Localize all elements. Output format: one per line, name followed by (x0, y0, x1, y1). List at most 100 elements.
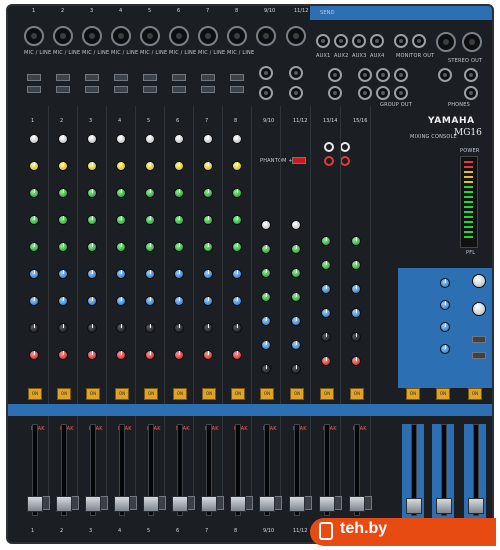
send-master-knob-1[interactable] (440, 278, 450, 288)
phones-jack[interactable] (464, 86, 478, 100)
insert-switch[interactable] (56, 74, 70, 81)
monitor-level-knob[interactable] (472, 274, 486, 288)
channel-fader-knob[interactable] (349, 496, 365, 512)
channel-knob[interactable] (261, 364, 271, 374)
stereo-out-r-xlr[interactable] (462, 32, 482, 52)
aux1-jack[interactable] (316, 34, 330, 48)
channel-knob[interactable] (291, 244, 301, 254)
group-out-4-jack[interactable] (394, 86, 408, 100)
channel-knob[interactable] (174, 296, 184, 306)
group-out-3-jack[interactable] (376, 86, 390, 100)
channel-on-button[interactable]: ON (320, 388, 334, 400)
channel-knob[interactable] (116, 215, 126, 225)
channel-fader-knob[interactable] (230, 496, 246, 512)
channel-knob[interactable] (203, 134, 213, 144)
insert-switch[interactable] (143, 74, 157, 81)
channel-on-button[interactable]: ON (202, 388, 216, 400)
channel-knob[interactable] (58, 242, 68, 252)
aux3-jack[interactable] (352, 34, 366, 48)
channel-knob[interactable] (321, 260, 331, 270)
channel-knob[interactable] (203, 215, 213, 225)
mic-line-xlr-input[interactable] (82, 26, 102, 46)
line-stereo-r-jack[interactable] (328, 86, 342, 100)
channel-knob[interactable] (145, 323, 155, 333)
mic-line-xlr-input[interactable] (53, 26, 73, 46)
channel-knob[interactable] (174, 350, 184, 360)
channel-knob[interactable] (291, 316, 301, 326)
mic-line-xlr-input[interactable] (198, 26, 218, 46)
channel-knob[interactable] (116, 350, 126, 360)
channel-knob[interactable] (232, 188, 242, 198)
channel-knob[interactable] (29, 134, 39, 144)
channel-knob[interactable] (87, 242, 97, 252)
channel-knob[interactable] (291, 220, 301, 230)
channel-knob[interactable] (29, 161, 39, 171)
channel-knob[interactable] (58, 188, 68, 198)
channel-knob[interactable] (87, 323, 97, 333)
monitor-out-l-jack[interactable] (394, 34, 408, 48)
rca-r2-red[interactable] (340, 156, 350, 166)
line-switch[interactable] (201, 86, 215, 93)
group-out-1-jack[interactable] (376, 68, 390, 82)
line-r-jack[interactable] (259, 86, 273, 100)
channel-knob[interactable] (232, 215, 242, 225)
channel-knob[interactable] (174, 188, 184, 198)
channel-on-button[interactable]: ON (260, 388, 274, 400)
channel-knob[interactable] (58, 161, 68, 171)
channel-on-button[interactable]: ON (57, 388, 71, 400)
line-switch[interactable] (230, 86, 244, 93)
channel-knob[interactable] (232, 296, 242, 306)
channel-knob[interactable] (58, 215, 68, 225)
channel-fader-knob[interactable] (289, 496, 305, 512)
channel-knob[interactable] (203, 296, 213, 306)
channel-knob[interactable] (232, 134, 242, 144)
channel-knob[interactable] (321, 284, 331, 294)
insert-switch[interactable] (85, 74, 99, 81)
channel-fader-knob[interactable] (259, 496, 275, 512)
channel-knob[interactable] (232, 161, 242, 171)
channel-knob[interactable] (116, 161, 126, 171)
channel-knob[interactable] (29, 323, 39, 333)
channel-on-button[interactable]: ON (290, 388, 304, 400)
channel-knob[interactable] (261, 268, 271, 278)
channel-knob[interactable] (291, 340, 301, 350)
channel-knob[interactable] (29, 296, 39, 306)
channel-knob[interactable] (174, 161, 184, 171)
phantom-switch[interactable] (292, 157, 306, 164)
channel-knob[interactable] (145, 188, 155, 198)
channel-knob[interactable] (87, 188, 97, 198)
mic-line-xlr-input[interactable] (227, 26, 247, 46)
master-switch-2[interactable] (472, 352, 486, 359)
channel-knob[interactable] (261, 292, 271, 302)
mic-line-xlr-input[interactable] (24, 26, 44, 46)
group-1-fader-knob[interactable] (406, 498, 422, 514)
channel-knob[interactable] (321, 332, 331, 342)
send-master-knob-4[interactable] (440, 344, 450, 354)
channel-knob[interactable] (87, 215, 97, 225)
channel-knob[interactable] (232, 350, 242, 360)
channel-knob[interactable] (116, 242, 126, 252)
stereo-on-button[interactable]: ON (468, 388, 482, 400)
channel-knob[interactable] (116, 134, 126, 144)
mic-line-xlr-input[interactable] (256, 26, 276, 46)
channel-knob[interactable] (261, 316, 271, 326)
channel-knob[interactable] (145, 161, 155, 171)
channel-knob[interactable] (261, 244, 271, 254)
channel-knob[interactable] (232, 323, 242, 333)
channel-knob[interactable] (203, 188, 213, 198)
channel-on-button[interactable]: ON (231, 388, 245, 400)
channel-knob[interactable] (87, 296, 97, 306)
channel-knob[interactable] (145, 350, 155, 360)
mic-line-xlr-input[interactable] (286, 26, 306, 46)
channel-on-button[interactable]: ON (28, 388, 42, 400)
group-2-on-button[interactable]: ON (436, 388, 450, 400)
insert-switch[interactable] (230, 74, 244, 81)
channel-knob[interactable] (351, 236, 361, 246)
channel-knob[interactable] (174, 242, 184, 252)
channel-knob[interactable] (174, 269, 184, 279)
channel-knob[interactable] (116, 269, 126, 279)
channel-knob[interactable] (116, 188, 126, 198)
insert-switch[interactable] (114, 74, 128, 81)
channel-knob[interactable] (58, 350, 68, 360)
line-switch[interactable] (114, 86, 128, 93)
